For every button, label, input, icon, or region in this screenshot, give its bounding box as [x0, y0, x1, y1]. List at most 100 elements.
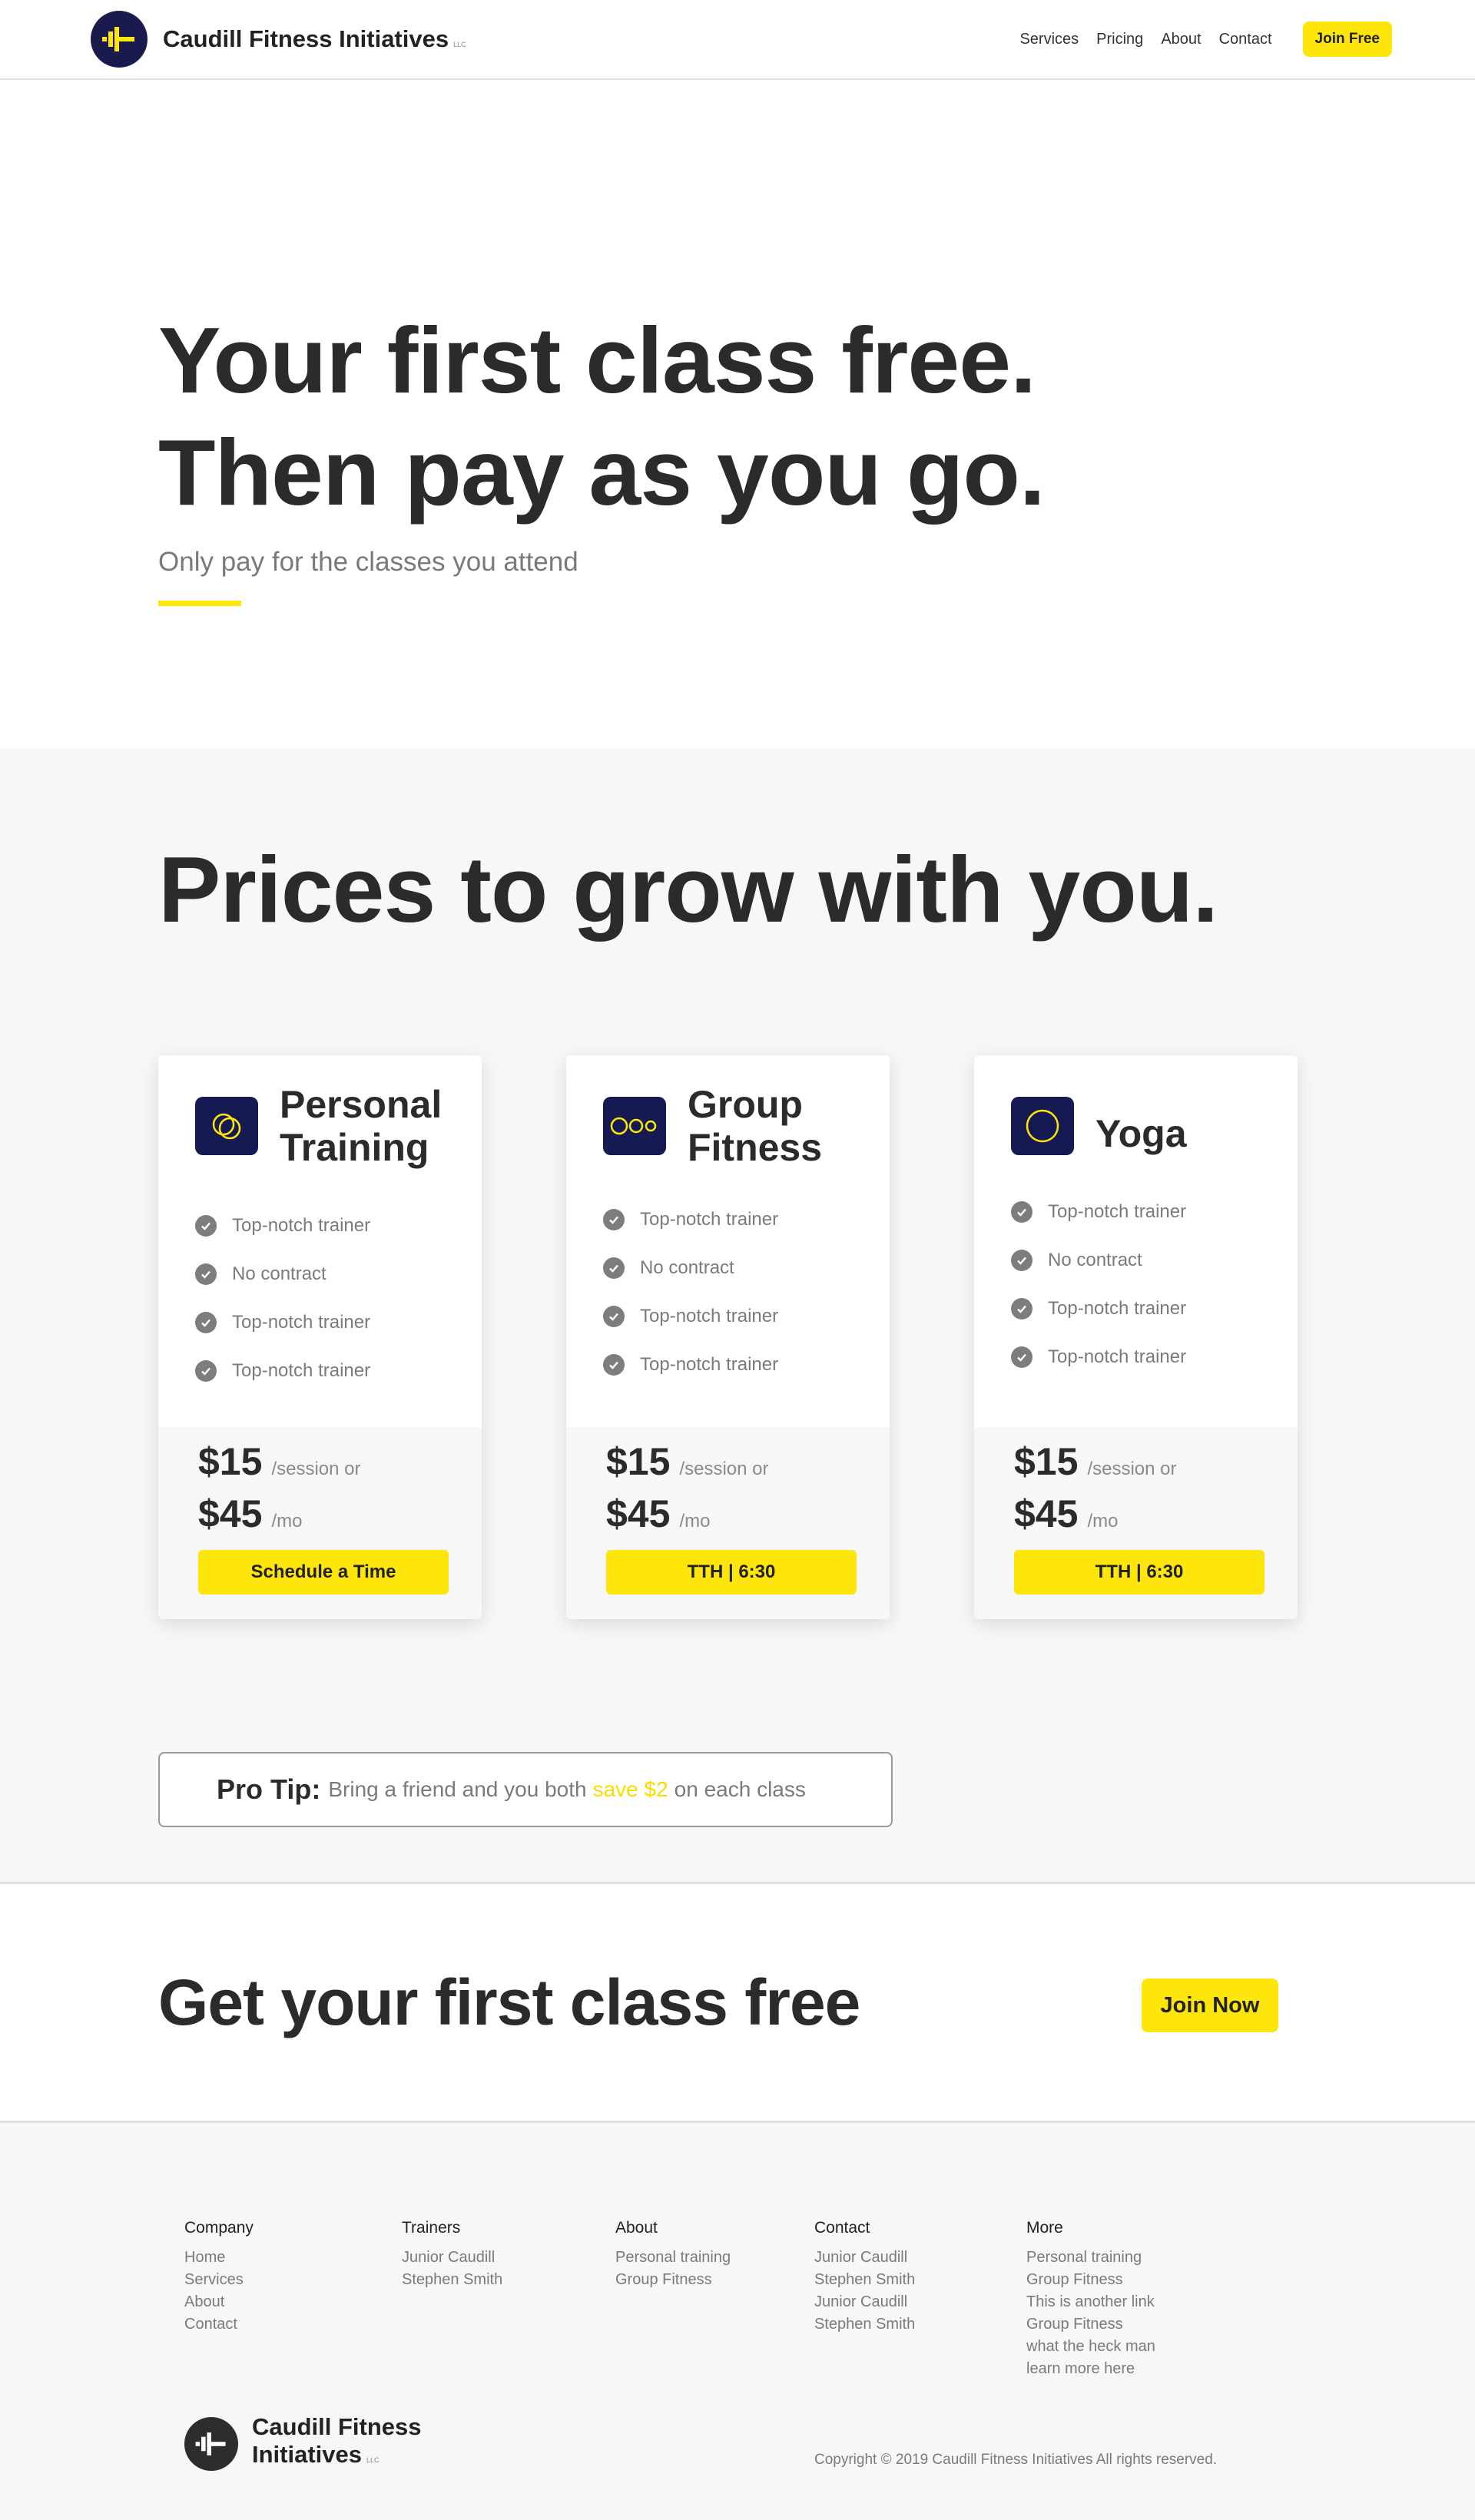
footer-column-title: Trainers — [402, 2219, 461, 2237]
pro-tip-highlight: save $2 — [592, 1777, 668, 1801]
class-time-button[interactable]: TTH | 6:30 — [606, 1550, 857, 1594]
price-per-session: $15 — [1014, 1440, 1079, 1483]
footer-column-contact: Contact Junior Caudill Stephen Smith Jun… — [814, 2219, 915, 2336]
footer-link[interactable]: Stephen Smith — [402, 2269, 502, 2291]
footer-link[interactable]: Junior Caudill — [814, 2291, 915, 2313]
price-per-month: $45 — [198, 1492, 263, 1535]
footer-link[interactable]: Services — [184, 2269, 254, 2291]
footer-link[interactable]: Junior Caudill — [402, 2247, 502, 2269]
site-footer: Company Home Services About Contact Trai… — [0, 2123, 1475, 2520]
footer-brand[interactable]: Caudill Fitness Initiatives LLC — [184, 2413, 421, 2474]
card-title: Yoga — [1095, 1112, 1187, 1155]
circle-icon — [1011, 1097, 1074, 1155]
card-title: Group Fitness — [688, 1083, 823, 1169]
join-free-button[interactable]: Join Free — [1302, 22, 1392, 57]
pricing-heading: Prices to grow with you. — [158, 837, 1218, 942]
double-circle-icon — [195, 1097, 258, 1155]
feature-list: Top-notch trainer No contract Top-notch … — [974, 1187, 1298, 1381]
cta-section: Get your first class free Join Now — [0, 1882, 1475, 2123]
feature-item: Top-notch trainer — [603, 1340, 890, 1389]
check-icon — [195, 1214, 217, 1237]
footer-link[interactable]: This is another link — [1026, 2291, 1155, 2313]
brand-name: Caudill Fitness Initiatives LLC — [163, 25, 466, 52]
check-icon — [195, 1359, 217, 1382]
session-label: /session or — [679, 1459, 769, 1479]
footer-column-title: About — [615, 2219, 658, 2237]
footer-link[interactable]: Stephen Smith — [814, 2269, 915, 2291]
card-price-area: $15/session or $45/mo TTH | 6:30 — [974, 1427, 1298, 1619]
check-icon — [603, 1305, 625, 1327]
price-per-month: $45 — [606, 1492, 671, 1535]
card-yoga: Yoga Top-notch trainer No contract Top-n… — [974, 1055, 1298, 1619]
feature-item: Top-notch trainer — [195, 1201, 482, 1250]
nav-contact[interactable]: Contact — [1219, 31, 1272, 48]
card-price-area: $15/session or $45/mo Schedule a Time — [158, 1427, 482, 1619]
month-label: /mo — [271, 1511, 303, 1532]
footer-brand-name: Caudill Fitness Initiatives LLC — [252, 2413, 422, 2468]
site-header: Caudill Fitness Initiatives LLC Services … — [0, 0, 1475, 80]
hero-section: Your first class free. Then pay as you g… — [0, 80, 1475, 749]
dumbbell-logo-icon — [184, 2416, 238, 2471]
price-per-session: $15 — [198, 1440, 263, 1483]
nav-about[interactable]: About — [1161, 31, 1201, 48]
footer-column-company: Company Home Services About Contact — [184, 2219, 254, 2336]
hero-subtitle: Only pay for the classes you attend — [158, 547, 578, 577]
check-icon — [1011, 1346, 1032, 1368]
footer-link[interactable]: Home — [184, 2247, 254, 2269]
join-now-button[interactable]: Join Now — [1142, 1979, 1278, 2032]
card-price-area: $15/session or $45/mo TTH | 6:30 — [566, 1427, 890, 1619]
footer-link[interactable]: Contact — [184, 2313, 254, 2336]
session-label: /session or — [271, 1459, 361, 1479]
card-title: Personal Training — [280, 1083, 442, 1169]
footer-column-more: More Personal training Group Fitness Thi… — [1026, 2219, 1155, 2380]
card-group-fitness: Group Fitness Top-notch trainer No contra… — [566, 1055, 890, 1619]
footer-link[interactable]: Group Fitness — [1026, 2269, 1155, 2291]
dumbbell-logo-icon — [91, 11, 148, 68]
feature-list: Top-notch trainer No contract Top-notch … — [566, 1195, 890, 1389]
footer-link[interactable]: Personal training — [615, 2247, 731, 2269]
check-icon — [1011, 1249, 1032, 1271]
pricing-section: Prices to grow with you. Personal Trainin… — [0, 749, 1475, 1882]
feature-item: No contract — [1011, 1236, 1298, 1284]
footer-link[interactable]: Personal training — [1026, 2247, 1155, 2269]
hero-line-2: Then pay as you go. — [158, 420, 1046, 525]
nav-pricing[interactable]: Pricing — [1096, 31, 1143, 48]
footer-link[interactable]: About — [184, 2291, 254, 2313]
nav-services[interactable]: Services — [1019, 31, 1079, 48]
footer-column-about: About Personal training Group Fitness — [615, 2219, 731, 2291]
feature-item: Top-notch trainer — [603, 1195, 890, 1243]
hero-heading: Your first class free. Then pay as you g… — [158, 304, 1475, 528]
footer-link[interactable]: learn more here — [1026, 2358, 1155, 2380]
footer-link[interactable]: Group Fitness — [615, 2269, 731, 2291]
check-icon — [603, 1353, 625, 1376]
check-icon — [603, 1257, 625, 1279]
brand-suffix: LLC — [366, 2456, 380, 2464]
check-icon — [1011, 1200, 1032, 1223]
card-personal-training: Personal Training Top-notch trainer No co… — [158, 1055, 482, 1619]
schedule-time-button[interactable]: Schedule a Time — [198, 1550, 449, 1594]
footer-column-title: Contact — [814, 2219, 870, 2237]
footer-link[interactable]: Group Fitness — [1026, 2313, 1155, 2336]
footer-link[interactable]: Junior Caudill — [814, 2247, 915, 2269]
feature-item: Top-notch trainer — [195, 1346, 482, 1395]
feature-item: No contract — [195, 1250, 482, 1298]
pro-tip-label: Pro Tip: — [217, 1773, 321, 1805]
pro-tip-text: Bring a friend and you both — [328, 1777, 587, 1801]
footer-link[interactable]: what the heck man — [1026, 2336, 1155, 2358]
card-header: Personal Training — [158, 1055, 482, 1201]
three-circles-icon — [603, 1097, 666, 1155]
check-icon — [195, 1311, 217, 1333]
footer-link[interactable]: Stephen Smith — [814, 2313, 915, 2336]
price-per-session: $15 — [606, 1440, 671, 1483]
class-time-button[interactable]: TTH | 6:30 — [1014, 1550, 1265, 1594]
footer-column-title: Company — [184, 2219, 254, 2237]
card-header: Yoga — [974, 1055, 1298, 1187]
card-header: Group Fitness — [566, 1055, 890, 1201]
feature-item: Top-notch trainer — [1011, 1333, 1298, 1381]
session-label: /session or — [1087, 1459, 1177, 1479]
brand[interactable]: Caudill Fitness Initiatives LLC — [91, 11, 466, 68]
main-nav: Services Pricing About Contact Join Free — [1002, 22, 1392, 57]
feature-list: Top-notch trainer No contract Top-notch … — [158, 1201, 482, 1395]
feature-item: No contract — [603, 1243, 890, 1292]
cta-heading: Get your first class free — [158, 1965, 860, 2038]
